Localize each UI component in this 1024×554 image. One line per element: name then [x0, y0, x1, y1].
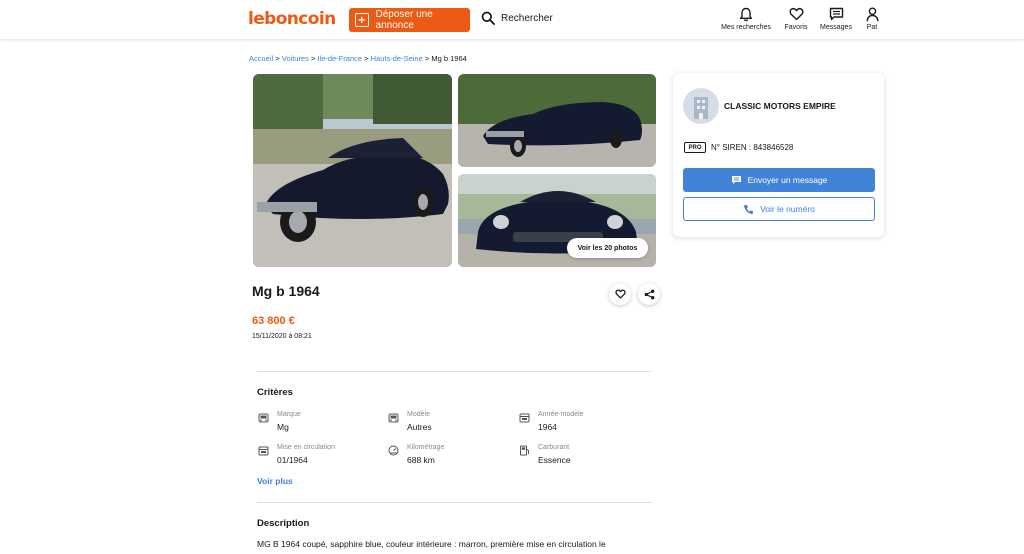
ad-price: 63 800 €: [252, 315, 295, 327]
site-logo[interactable]: leboncoin: [248, 9, 336, 29]
breadcrumb-link-department[interactable]: Hauts-de-Seine: [371, 54, 423, 63]
criteria-value: Autres: [407, 422, 432, 432]
criteria-title: Critères: [257, 387, 293, 398]
car-icon: [258, 413, 269, 423]
fuel-icon: [520, 445, 529, 456]
criteria-label: Mise en circulation: [277, 444, 335, 451]
nav-label: Pat: [866, 24, 878, 31]
criteria-item-registration: Mise en circulation 01/1964: [258, 443, 335, 465]
gauge-icon: [388, 445, 399, 456]
criteria-label: Kilométrage: [407, 444, 445, 451]
criteria-item-model: Modèle Autres: [388, 410, 432, 432]
see-all-photos-button[interactable]: Voir les 20 photos: [567, 238, 648, 258]
message-icon: [829, 7, 843, 21]
plus-icon: +: [355, 13, 369, 27]
breadcrumb-link-category[interactable]: Voitures: [282, 54, 309, 63]
search-icon: [481, 11, 495, 25]
breadcrumb-link-region[interactable]: Ile-de-France: [317, 54, 362, 63]
criteria-label: Carburant: [538, 444, 570, 451]
top-header: leboncoin + Déposer une annonce Recherch…: [0, 0, 1024, 39]
seller-card: CLASSIC MOTORS EMPIRE PRO N° SIREN : 843…: [673, 73, 884, 237]
send-message-label: Envoyer un message: [747, 175, 828, 185]
criteria-value: 688 km: [407, 455, 435, 465]
share-icon: [644, 289, 654, 299]
breadcrumb-separator: >: [275, 54, 280, 63]
search-button[interactable]: Rechercher: [481, 11, 553, 25]
criteria-value: Mg: [277, 422, 289, 432]
see-more-criteria-link[interactable]: Voir plus: [257, 476, 293, 486]
ad-title: Mg b 1964: [252, 283, 320, 299]
post-ad-button[interactable]: + Déposer une annonce: [349, 8, 470, 32]
criteria-label: Année-modèle: [538, 411, 584, 418]
seller-name[interactable]: CLASSIC MOTORS EMPIRE: [724, 101, 836, 111]
show-phone-button[interactable]: Voir le numéro: [683, 197, 875, 221]
ad-date: 15/11/2020 à 08:21: [252, 333, 312, 340]
criteria-value: Essence: [538, 455, 571, 465]
pro-badge: PRO: [684, 142, 706, 153]
heart-icon: [788, 7, 804, 21]
nav-label: Mes recherches: [721, 24, 771, 31]
nav-account[interactable]: Pat: [861, 6, 883, 31]
description-title: Description: [257, 518, 310, 529]
seller-siren: N° SIREN : 843846528: [711, 143, 794, 152]
heart-icon: [614, 289, 626, 299]
breadcrumb-separator: >: [364, 54, 369, 63]
breadcrumb-link-home[interactable]: Accueil: [249, 54, 273, 63]
criteria-value: 01/1964: [277, 455, 308, 465]
main-photo[interactable]: [253, 74, 452, 267]
calendar-icon: [519, 413, 530, 423]
nav-saved-searches[interactable]: Mes recherches: [717, 6, 775, 31]
breadcrumb: Accueil > Voitures > Ile-de-France > Hau…: [249, 54, 467, 63]
criteria-label: Modèle: [407, 411, 430, 418]
share-button[interactable]: [638, 283, 660, 305]
divider: [257, 371, 652, 372]
post-ad-label: Déposer une annonce: [375, 9, 433, 31]
car-icon: [388, 413, 399, 423]
nav-label: Messages: [820, 24, 852, 31]
send-message-button[interactable]: Envoyer un message: [683, 168, 875, 192]
breadcrumb-separator: >: [310, 54, 316, 63]
bell-icon: [739, 7, 753, 21]
divider: [257, 502, 652, 503]
criteria-value: 1964: [538, 422, 557, 432]
message-icon: [731, 176, 741, 184]
search-label: Rechercher: [501, 12, 553, 24]
criteria-item-model-year: Année-modèle 1964: [519, 410, 584, 432]
nav-messages[interactable]: Messages: [817, 6, 855, 31]
breadcrumb-current: Mg b 1964: [431, 54, 467, 63]
phone-icon: [744, 204, 754, 214]
breadcrumb-separator: >: [424, 54, 430, 63]
criteria-item-mileage: Kilométrage 688 km: [388, 443, 444, 465]
show-phone-label: Voir le numéro: [760, 204, 815, 214]
criteria-item-fuel: Carburant Essence: [519, 443, 571, 465]
calendar-icon: [258, 446, 269, 456]
favorite-button[interactable]: [609, 283, 631, 305]
criteria-label: Marque: [277, 411, 301, 418]
nav-favorites[interactable]: Favoris: [780, 6, 812, 31]
user-icon: [866, 7, 878, 21]
nav-label: Favoris: [784, 24, 808, 31]
photo-2[interactable]: [458, 74, 656, 167]
criteria-item-brand: Marque Mg: [258, 410, 301, 432]
description-text: MG B 1964 coupé, sapphire blue, couleur …: [257, 539, 606, 549]
seller-avatar[interactable]: [683, 88, 719, 124]
